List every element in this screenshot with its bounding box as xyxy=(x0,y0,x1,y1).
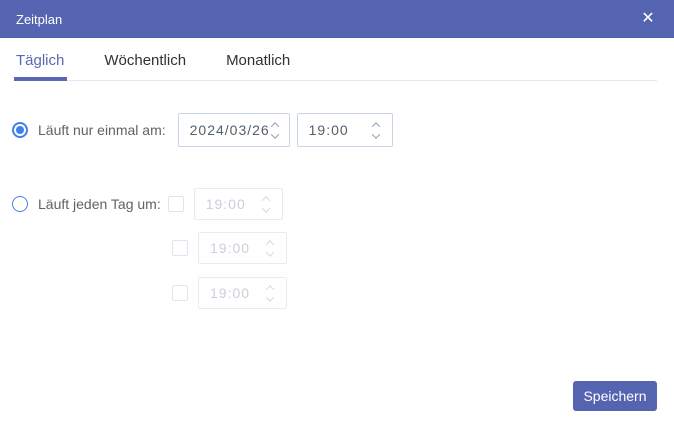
once-time-input[interactable]: 19:00 xyxy=(297,113,393,147)
slot-1-time-value: 19:00 xyxy=(206,196,246,212)
radio-run-daily[interactable] xyxy=(12,196,28,212)
tab-divider xyxy=(14,80,657,81)
once-time-value: 19:00 xyxy=(309,122,349,138)
close-icon[interactable]: ✕ xyxy=(638,11,658,27)
tab-monthly[interactable]: Monatlich xyxy=(226,52,290,69)
slot-1-checkbox[interactable] xyxy=(168,196,184,212)
date-spinner-up-button[interactable] xyxy=(270,121,280,128)
slot-3-checkbox[interactable] xyxy=(172,285,188,301)
date-spinner xyxy=(270,121,280,139)
schedule-dialog: Zeitplan ✕ Täglich Wöchentlich Monatlich… xyxy=(0,0,674,434)
chevron-up-icon xyxy=(371,122,379,130)
chevron-down-icon xyxy=(261,204,269,212)
chevron-up-icon xyxy=(270,122,278,130)
chevron-down-icon xyxy=(266,248,274,256)
run-daily-row: Läuft jeden Tag um: 19:00 xyxy=(12,188,283,220)
once-time-spinner-down-button[interactable] xyxy=(371,132,381,139)
slot-2-spinner-down-button[interactable] xyxy=(265,250,275,257)
slot-2-spinner xyxy=(265,239,275,257)
slot-2-checkbox[interactable] xyxy=(172,240,188,256)
slot-2-time-value: 19:00 xyxy=(210,240,250,256)
tab-daily[interactable]: Täglich xyxy=(16,52,64,69)
once-time-spinner xyxy=(371,121,381,139)
date-value: 2024/03/26 xyxy=(190,122,270,138)
slot-2-spinner-up-button[interactable] xyxy=(265,239,275,246)
dialog-title: Zeitplan xyxy=(16,12,62,27)
slot-1-spinner xyxy=(261,195,271,213)
slot-3-spinner xyxy=(265,284,275,302)
chevron-up-icon xyxy=(261,196,269,204)
chevron-down-icon xyxy=(266,293,274,301)
slot-3-spinner-down-button[interactable] xyxy=(265,295,275,302)
chevron-up-icon xyxy=(266,285,274,293)
radio-run-once[interactable] xyxy=(12,122,28,138)
chevron-down-icon xyxy=(371,130,379,138)
slot-2-row: 19:00 xyxy=(172,232,287,264)
dialog-header: Zeitplan ✕ xyxy=(0,0,674,38)
slot-1-spinner-up-button[interactable] xyxy=(261,195,271,202)
chevron-down-icon xyxy=(270,130,278,138)
date-input[interactable]: 2024/03/26 xyxy=(178,113,290,147)
run-once-row: Läuft nur einmal am: 2024/03/26 19:00 xyxy=(12,112,393,148)
slot-3-spinner-up-button[interactable] xyxy=(265,284,275,291)
slot-3-time-value: 19:00 xyxy=(210,285,250,301)
chevron-up-icon xyxy=(266,240,274,248)
slot-1-spinner-down-button[interactable] xyxy=(261,206,271,213)
slot-1-time-input[interactable]: 19:00 xyxy=(194,188,283,220)
save-button[interactable]: Speichern xyxy=(573,381,657,411)
tab-bar: Täglich Wöchentlich Monatlich xyxy=(0,38,674,80)
slot-3-row: 19:00 xyxy=(172,277,287,309)
run-once-label[interactable]: Läuft nur einmal am: xyxy=(38,122,166,138)
tab-weekly[interactable]: Wöchentlich xyxy=(104,52,186,69)
slot-3-time-input[interactable]: 19:00 xyxy=(198,277,287,309)
run-daily-label[interactable]: Läuft jeden Tag um: xyxy=(38,196,161,212)
date-spinner-down-button[interactable] xyxy=(270,132,280,139)
once-time-spinner-up-button[interactable] xyxy=(371,121,381,128)
slot-2-time-input[interactable]: 19:00 xyxy=(198,232,287,264)
